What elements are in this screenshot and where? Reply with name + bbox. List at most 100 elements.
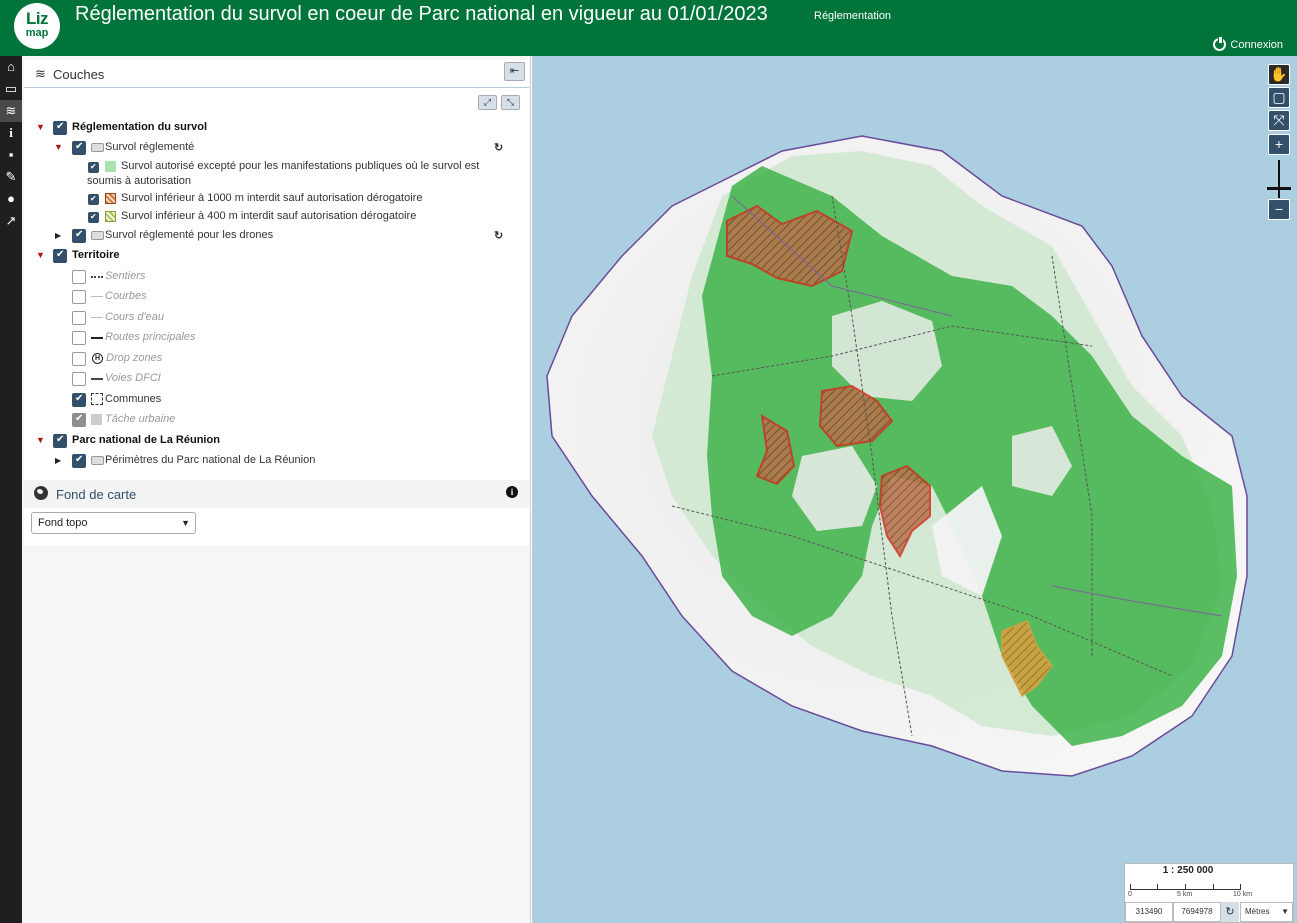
legend-checkbox[interactable] xyxy=(88,194,99,205)
layer-group-survol-reglemente: ▼ Survol réglementé ↻ xyxy=(24,138,529,158)
chevron-down-icon: ▼ xyxy=(181,518,190,528)
logo-text-top: Liz xyxy=(25,9,49,28)
layer-courbes: Courbes xyxy=(24,287,529,307)
legend-box-dashed xyxy=(91,393,103,405)
expand-all-button[interactable]: ⤢ xyxy=(478,95,497,110)
collapse-panel-button[interactable]: ⇤ xyxy=(504,62,525,81)
info-circle-icon[interactable]: i xyxy=(506,486,518,498)
layer-checkbox[interactable] xyxy=(72,413,86,427)
scale-label-10: 10 km xyxy=(1233,891,1253,898)
legend-swatch-hatched-red xyxy=(105,193,116,204)
coord-x: 313490 xyxy=(1125,902,1173,922)
layer-label: Voies DFCI xyxy=(105,372,161,384)
zoom-in-button[interactable]: + xyxy=(1268,134,1290,155)
layer-checkbox[interactable] xyxy=(72,454,86,468)
share-icon[interactable]: ↗ xyxy=(0,210,22,232)
layer-label: Parc national de La Réunion xyxy=(72,434,220,446)
basemap-panel: Fond de carte i Fond topo ▼ xyxy=(24,480,529,546)
layer-label: Drop zones xyxy=(106,352,163,364)
zoom-box-icon[interactable]: ▢ xyxy=(1268,87,1290,108)
folder-icon[interactable]: ▭ xyxy=(0,78,22,100)
layer-label: Réglementation du survol xyxy=(72,121,208,133)
scale-coordinates-box: 1 : 250 000 0 5 km 10 km 313490 7694978 … xyxy=(1124,863,1294,923)
layers-stack-icon: ≋ xyxy=(35,66,46,81)
layer-group-reglementation: ▼ Réglementation du survol xyxy=(24,118,529,138)
legend-label: Survol inférieur à 1000 m interdit sauf … xyxy=(121,192,423,204)
layer-communes: Communes xyxy=(24,390,529,410)
layer-group-parc-national: ▼ Parc national de La Réunion xyxy=(24,431,529,451)
layer-voies-dfci: Voies DFCI xyxy=(24,369,529,389)
layer-checkbox[interactable] xyxy=(53,121,67,135)
legend-swatch-green xyxy=(105,161,116,172)
layer-tache-urbaine: Tâche urbaine xyxy=(24,410,529,430)
chevron-down-icon: ▼ xyxy=(1281,907,1289,916)
zoom-slider[interactable] xyxy=(1278,160,1280,198)
coord-y: 7694978 xyxy=(1173,902,1221,922)
legend-survol-1000: Survol inférieur à 1000 m interdit sauf … xyxy=(24,189,529,209)
info-icon[interactable]: i xyxy=(0,122,22,144)
scale-label-0: 0 xyxy=(1128,891,1132,898)
units-select[interactable]: Mètres ▼ xyxy=(1240,902,1293,922)
layer-checkbox[interactable] xyxy=(72,270,86,284)
layer-routes: Routes principales xyxy=(24,328,529,348)
legend-label: Survol autorisé excepté pour les manifes… xyxy=(121,160,480,172)
measure-icon[interactable]: ✎ xyxy=(0,166,22,188)
pan-hand-icon[interactable]: ✋ xyxy=(1268,64,1290,85)
layer-checkbox[interactable] xyxy=(72,311,86,325)
power-icon xyxy=(1213,37,1227,51)
layer-label: Survol réglementé pour les drones xyxy=(105,229,274,241)
legend-fill-grey xyxy=(91,414,102,425)
collapse-all-button[interactable]: ⤡ xyxy=(501,95,520,110)
scale-label-5: 5 km xyxy=(1177,891,1193,898)
layer-checkbox[interactable] xyxy=(72,393,86,407)
layers-icon[interactable]: ≋ xyxy=(0,100,22,122)
basemap-select[interactable]: Fond topo ▼ xyxy=(31,512,196,534)
layer-label: Périmètres du Parc national de La Réunio… xyxy=(105,454,316,466)
expand-toggle[interactable]: ▼ xyxy=(36,122,45,132)
zoom-slider-handle[interactable] xyxy=(1267,187,1291,190)
basemap-title: Fond de carte xyxy=(56,487,137,502)
chat-icon[interactable]: ● xyxy=(0,188,22,210)
layers-title: Couches xyxy=(53,67,105,82)
layer-checkbox[interactable] xyxy=(72,229,86,243)
expand-toggle[interactable]: ▶ xyxy=(55,231,61,240)
refresh-icon[interactable]: ↻ xyxy=(494,141,503,154)
layer-checkbox[interactable] xyxy=(72,331,86,345)
expand-toggle[interactable]: ▼ xyxy=(36,250,45,260)
map-view[interactable]: ✋ ▢ ⤧ + − 1 : 250 000 0 5 km 10 km 31349… xyxy=(532,56,1297,923)
legend-checkbox[interactable] xyxy=(88,212,99,223)
lizmap-logo[interactable]: Liz map xyxy=(14,3,60,49)
layer-checkbox[interactable] xyxy=(72,290,86,304)
refresh-coords-icon[interactable]: ↻ xyxy=(1221,902,1239,922)
zoom-out-button[interactable]: − xyxy=(1268,199,1290,220)
layer-label: Communes xyxy=(105,393,162,405)
layer-label: Sentiers xyxy=(105,270,146,282)
refresh-icon[interactable]: ↻ xyxy=(494,229,503,242)
home-icon[interactable]: ⌂ xyxy=(0,56,22,78)
expand-toggle[interactable]: ▼ xyxy=(54,142,63,152)
layer-checkbox[interactable] xyxy=(72,352,86,366)
layer-checkbox[interactable] xyxy=(72,372,86,386)
left-toolbar: ⌂ ▭ ≋ i ▪ ✎ ● ↗ xyxy=(0,56,22,923)
zoom-extent-icon[interactable]: ⤧ xyxy=(1268,110,1290,131)
header: Liz map Réglementation du survol en coeu… xyxy=(0,0,1297,56)
connexion-link[interactable]: Connexion xyxy=(1213,37,1283,51)
layers-header: ≋ Couches ⇤ xyxy=(24,60,529,88)
legend-swatch-hatched-yellow xyxy=(105,211,116,222)
comment-icon[interactable]: ▪ xyxy=(0,144,22,166)
layer-checkbox[interactable] xyxy=(53,434,67,448)
expand-toggle[interactable]: ▼ xyxy=(36,435,45,445)
layer-group-territoire: ▼ Territoire xyxy=(24,246,529,266)
globe-icon xyxy=(34,486,48,500)
map-canvas[interactable] xyxy=(532,56,1297,923)
expand-toggle[interactable]: ▶ xyxy=(55,456,61,465)
layer-drop-zones: H Drop zones xyxy=(24,349,529,369)
scale-bar xyxy=(1130,884,1241,890)
layer-label: Cours d'eau xyxy=(105,311,164,323)
legend-line-dotted xyxy=(91,276,103,278)
layer-label: Tâche urbaine xyxy=(105,413,176,425)
layer-sentiers: Sentiers xyxy=(24,267,529,287)
legend-line-thin xyxy=(91,296,103,297)
layer-checkbox[interactable] xyxy=(72,141,86,155)
layer-checkbox[interactable] xyxy=(53,249,67,263)
